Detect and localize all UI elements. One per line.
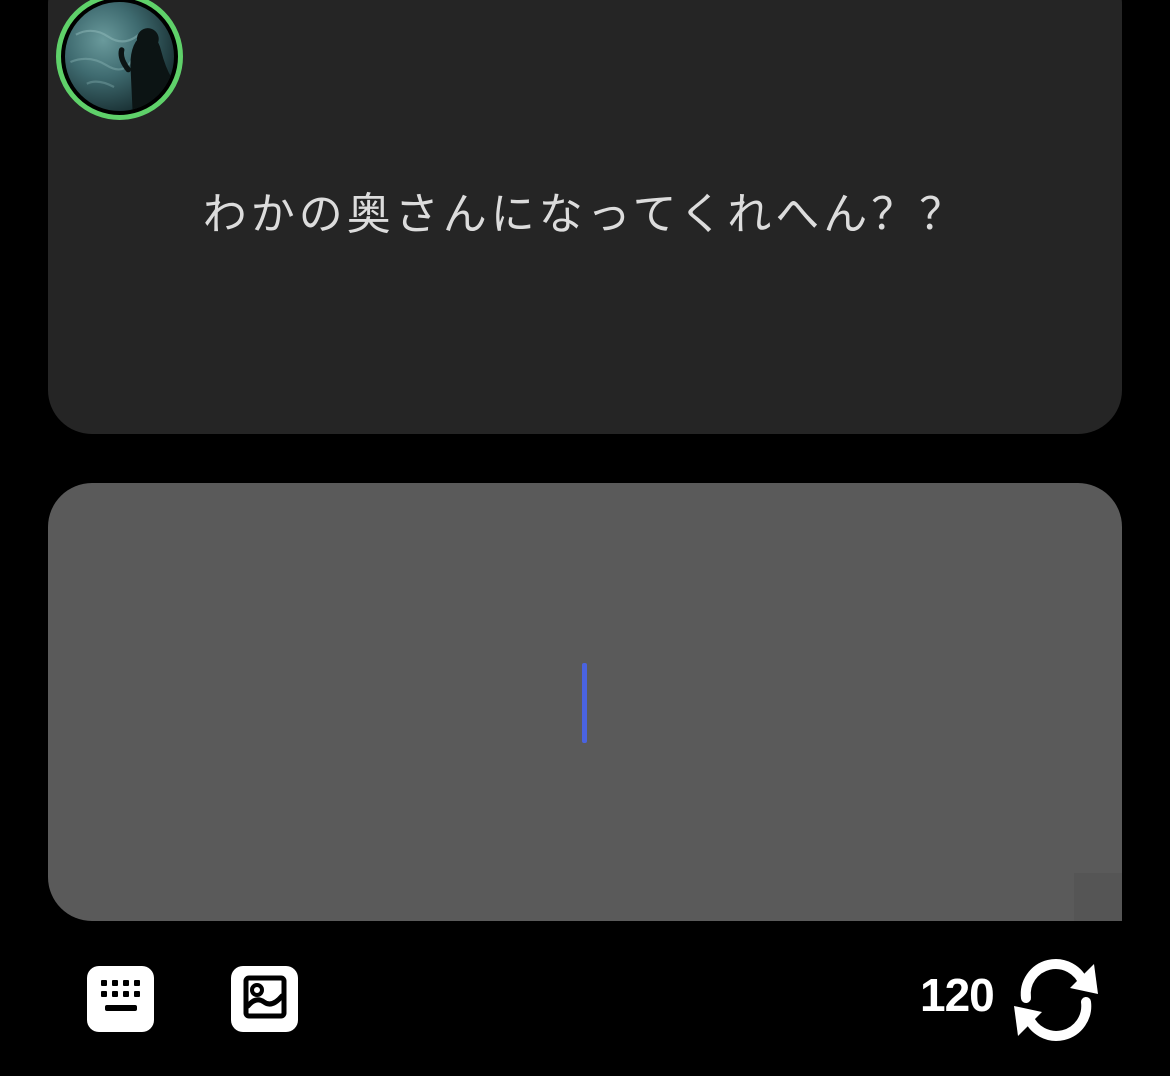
keyboard-icon [99,978,143,1020]
answer-input[interactable] [48,483,1126,923]
keyboard-button[interactable] [87,966,154,1032]
text-caret [582,663,587,743]
question-text: わかの奥さんになってくれへん？？ [202,189,968,240]
refresh-icon [1008,959,1104,1050]
refresh-button[interactable] [1008,954,1104,1046]
remaining-count: 120 [920,969,995,1021]
avatar-image [65,2,174,111]
image-button[interactable] [231,966,298,1032]
corner-shade [1074,873,1122,921]
image-icon [242,974,288,1024]
